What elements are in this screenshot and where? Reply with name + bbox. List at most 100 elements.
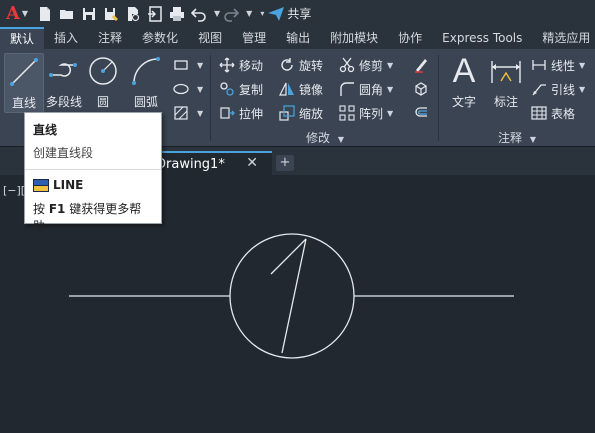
copy-label: 复制 (239, 82, 264, 97)
leader-icon (530, 80, 548, 98)
leader-label: 引线 (551, 82, 576, 97)
chevron-down-icon: ▼ (579, 84, 586, 94)
polyline-button[interactable]: 多段线 (44, 53, 84, 113)
share-button[interactable]: 共享 (268, 5, 311, 22)
save-as-icon[interactable] (102, 5, 120, 23)
open-web-icon[interactable] (124, 5, 142, 23)
trim-label: 修剪 (359, 58, 384, 73)
import-icon[interactable] (146, 5, 164, 23)
eraser-icon (412, 56, 430, 74)
hatch-icon (172, 104, 190, 122)
trim-button[interactable]: 修剪 ▼ (338, 55, 393, 75)
mirror-icon (278, 80, 296, 98)
tooltip-help-key: F1 (48, 202, 66, 216)
mirror-button[interactable]: 镜像 (278, 79, 323, 99)
ellipse-icon (172, 80, 190, 98)
circle-button[interactable]: 圆 (83, 53, 123, 113)
ribbon-tabs: 默认 插入 注释 参数化 视图 管理 输出 附加模块 协作 Express To… (0, 27, 595, 49)
modify-panel-title-text: 修改 (306, 131, 331, 145)
send-icon (268, 6, 285, 21)
annotation-panel-title[interactable]: 注释 ▼ (498, 129, 536, 146)
open-folder-icon[interactable] (58, 5, 76, 23)
chevron-down-icon: ▼ (529, 135, 536, 144)
rectangle-icon (172, 56, 190, 74)
rotate-button[interactable]: 旋转 (278, 55, 323, 75)
stretch-icon (218, 104, 236, 122)
new-file-icon[interactable] (36, 5, 54, 23)
fillet-button[interactable]: 圆角 ▼ (338, 79, 393, 99)
app-logo: A (5, 3, 20, 24)
redo-icon[interactable] (222, 5, 240, 23)
command-line-icon (33, 178, 49, 192)
tab-drawing1[interactable]: Drawing1* ✕ (150, 151, 272, 175)
offset-button[interactable] (412, 103, 433, 123)
panel-separator (210, 55, 211, 141)
hatch-button[interactable]: ▼ (172, 103, 203, 123)
copy-button[interactable]: 复制 (218, 79, 263, 99)
linear-label: 线性 (551, 58, 576, 73)
text-button[interactable]: A 文字 (444, 53, 484, 113)
tab-parametric[interactable]: 参数化 (132, 27, 188, 49)
tooltip-command: LINE (33, 178, 153, 192)
fillet-icon (338, 80, 356, 98)
explode-button[interactable] (412, 79, 433, 99)
tab-annotate[interactable]: 注释 (88, 27, 132, 49)
erase-button[interactable] (412, 55, 433, 75)
print-icon[interactable] (168, 5, 186, 23)
tab-featured-apps[interactable]: 精选应用 (532, 27, 595, 49)
tab-addins[interactable]: 附加模块 (320, 27, 388, 49)
tab-home[interactable]: 默认 (0, 27, 45, 49)
chevron-down-icon: ▼ (197, 108, 204, 118)
scale-label: 缩放 (299, 106, 324, 121)
ellipse-button[interactable]: ▼ (172, 79, 203, 99)
rectangle-button[interactable]: ▼ (172, 55, 203, 75)
array-button[interactable]: 阵列 ▼ (338, 103, 393, 123)
redo-dropdown-icon[interactable]: ▼ (246, 9, 252, 18)
circle-icon (85, 53, 121, 89)
arc-label: 圆弧 (133, 95, 158, 109)
array-icon (338, 104, 356, 122)
new-tab-button[interactable]: + (276, 155, 294, 171)
chevron-down-icon: ▼ (387, 84, 394, 94)
undo-icon[interactable] (190, 5, 208, 23)
tab-output[interactable]: 输出 (276, 27, 320, 49)
undo-dropdown-icon[interactable]: ▼ (214, 9, 220, 18)
copy-icon (218, 80, 236, 98)
line-icon (6, 54, 42, 90)
array-label: 阵列 (359, 106, 384, 121)
tooltip-help-prefix: 按 (33, 202, 49, 216)
move-button[interactable]: 移动 (218, 55, 263, 75)
linear-dimension-icon (530, 56, 548, 74)
chevron-down-icon: ▼ (197, 84, 204, 94)
line-button[interactable]: 直线 (4, 53, 44, 113)
move-label: 移动 (239, 58, 264, 73)
arc-button[interactable]: 圆弧 (126, 53, 166, 113)
tab-manage[interactable]: 管理 (232, 27, 276, 49)
chevron-down-icon: ▼ (337, 135, 344, 144)
polyline-icon (46, 53, 82, 89)
tab-view[interactable]: 视图 (188, 27, 232, 49)
share-label: 共享 (287, 7, 312, 21)
tooltip-command-name: LINE (53, 178, 84, 192)
text-icon: A (452, 52, 476, 90)
tab-insert[interactable]: 插入 (44, 27, 88, 49)
fillet-label: 圆角 (359, 82, 384, 97)
save-icon[interactable] (80, 5, 98, 23)
tab-collaborate[interactable]: 协作 (388, 27, 432, 49)
modify-panel-title[interactable]: 修改 ▼ (306, 129, 344, 146)
close-icon[interactable]: ✕ (246, 155, 258, 171)
rotate-label: 旋转 (299, 58, 324, 73)
stretch-button[interactable]: 拉伸 (218, 103, 263, 123)
rotate-icon (278, 56, 296, 74)
linear-dimension-button[interactable]: 线性 ▼ (530, 55, 585, 75)
scale-button[interactable]: 缩放 (278, 103, 323, 123)
annotation-panel-title-text: 注释 (498, 131, 523, 145)
customize-toolbar-icon[interactable]: ▾ (260, 9, 264, 18)
application-menu-button[interactable]: A ▼ (0, 0, 34, 27)
line-label: 直线 (11, 96, 36, 110)
dimension-button[interactable]: 标注 (486, 53, 526, 113)
table-button[interactable]: 表格 (530, 103, 575, 123)
arc-icon (128, 53, 164, 89)
tab-express-tools[interactable]: Express Tools (432, 27, 532, 49)
leader-button[interactable]: 引线 ▼ (530, 79, 585, 99)
